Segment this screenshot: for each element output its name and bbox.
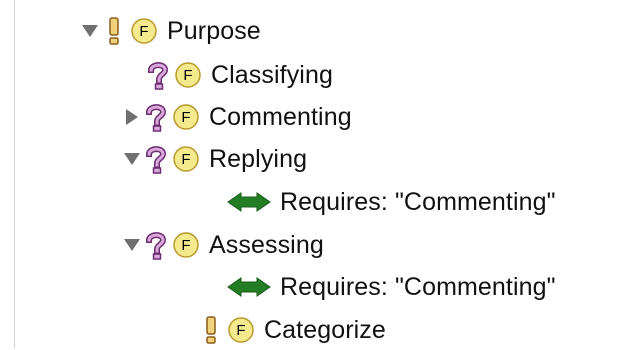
question-icon — [144, 230, 168, 260]
triangle-right-icon — [126, 109, 138, 125]
tree-item-label: Categorize — [264, 315, 386, 344]
question-icon — [144, 144, 168, 174]
exclamation-icon — [102, 16, 126, 46]
feature-letter: F — [236, 322, 245, 339]
constraint-label: Requires: "Commenting" — [280, 272, 556, 301]
question-icon — [144, 102, 168, 132]
tree-item-assessing[interactable]: F Assessing — [122, 225, 324, 265]
feature-tree: F Purpose F Classifying F Commenting F R… — [0, 0, 629, 349]
tree-item-label: Assessing — [209, 230, 324, 259]
feature-icon: F — [130, 17, 158, 45]
tree-item-commenting[interactable]: F Commenting — [122, 97, 352, 137]
tree-item-label: Purpose — [167, 16, 261, 45]
double-arrow-icon — [227, 191, 271, 213]
tree-item-purpose[interactable]: F Purpose — [80, 11, 261, 51]
expand-collapse-toggle[interactable] — [80, 21, 100, 41]
tree-item-requires-constraint[interactable]: Requires: "Commenting" — [227, 267, 556, 307]
tree-item-requires-constraint[interactable]: Requires: "Commenting" — [227, 182, 556, 222]
feature-letter: F — [183, 67, 192, 84]
tree-item-label: Classifying — [211, 60, 333, 89]
tree-item-label: Commenting — [209, 102, 352, 131]
feature-icon: F — [227, 316, 255, 344]
triangle-down-icon — [124, 153, 140, 165]
feature-letter: F — [181, 237, 190, 254]
tree-item-label: Replying — [209, 144, 308, 173]
feature-icon: F — [174, 61, 202, 89]
triangle-down-icon — [82, 25, 98, 37]
feature-letter: F — [181, 109, 190, 126]
feature-letter: F — [181, 151, 190, 168]
feature-icon: F — [172, 103, 200, 131]
feature-icon: F — [172, 145, 200, 173]
tree-item-classifying[interactable]: F Classifying — [124, 55, 333, 95]
feature-letter: F — [139, 23, 148, 40]
double-arrow-icon — [227, 276, 271, 298]
tree-item-categorize[interactable]: F Categorize — [199, 310, 386, 350]
question-icon — [146, 60, 170, 90]
expand-collapse-toggle[interactable] — [122, 149, 142, 169]
feature-icon: F — [172, 231, 200, 259]
expand-collapse-toggle[interactable] — [122, 235, 142, 255]
exclamation-icon — [199, 315, 223, 345]
triangle-down-icon — [124, 239, 140, 251]
expand-collapse-toggle[interactable] — [122, 107, 142, 127]
tree-item-replying[interactable]: F Replying — [122, 139, 307, 179]
constraint-label: Requires: "Commenting" — [280, 187, 556, 216]
